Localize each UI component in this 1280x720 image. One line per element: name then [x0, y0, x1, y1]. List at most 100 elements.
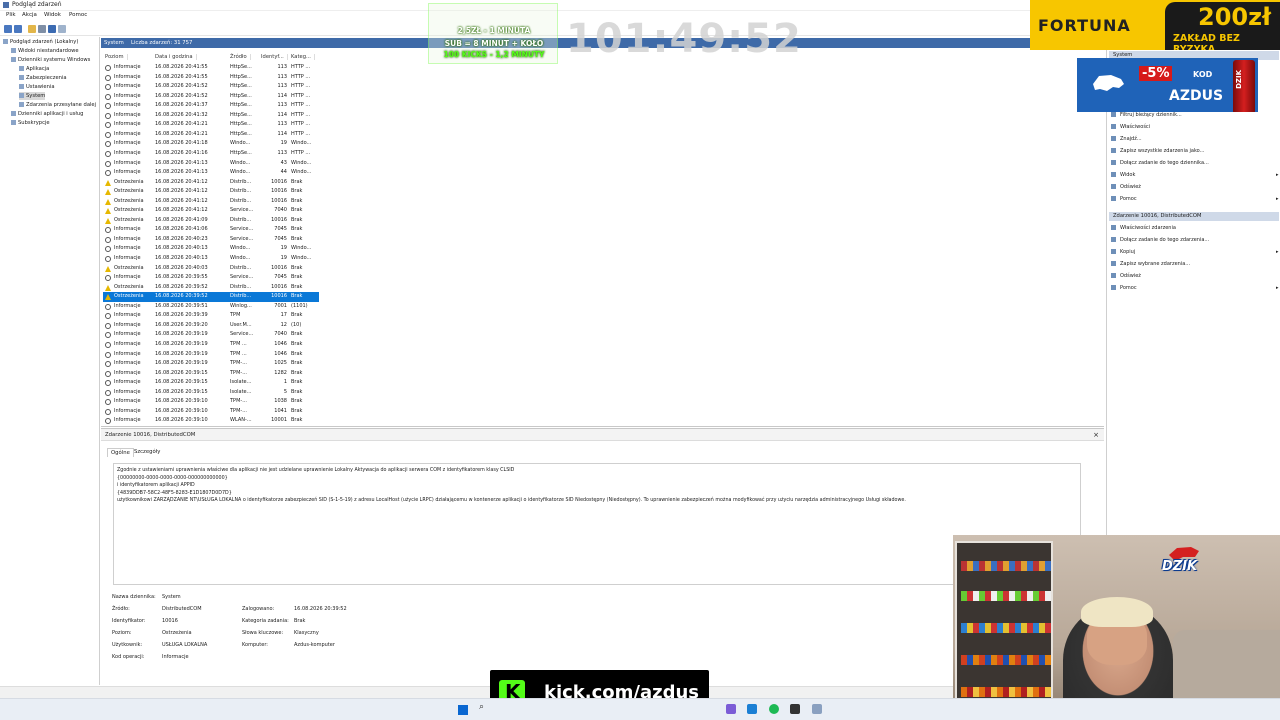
action-item[interactable]: Pomoc ▸	[1111, 284, 1279, 293]
menu-view[interactable]: Widok	[44, 12, 61, 18]
event-row[interactable]: Informacje 16.08.2026 20:41:52 HttpSe... 11…	[103, 92, 319, 102]
tree-item[interactable]: Aplikacja	[19, 65, 49, 73]
event-row[interactable]: Informacje 16.08.2026 20:40:23 Service... 7…	[103, 235, 319, 245]
menu-file[interactable]: Plik	[6, 12, 16, 18]
event-row[interactable]: Ostrzeżenia 16.08.2026 20:39:52 Distrib...…	[103, 292, 319, 302]
event-row[interactable]: Informacje 16.08.2026 20:39:10 TPM-... 1041…	[103, 407, 319, 417]
action-item[interactable]: Filtruj bieżący dziennik...	[1111, 111, 1182, 120]
event-row[interactable]: Informacje 16.08.2026 20:39:19 TPM ... 1046…	[103, 350, 319, 360]
show-pane-icon[interactable]	[58, 25, 66, 33]
tree-item[interactable]: Zabezpieczenia	[19, 74, 67, 82]
back-icon[interactable]	[4, 25, 12, 33]
event-row[interactable]: Informacje 16.08.2026 20:39:10 WLAN-... 100…	[103, 416, 319, 426]
tree-item[interactable]: Zdarzenia przesyłane dalej	[19, 101, 96, 109]
action-item[interactable]: Zapisz wybrane zdarzenia...	[1111, 260, 1190, 269]
event-row[interactable]: Ostrzeżenia 16.08.2026 20:41:09 Distrib...…	[103, 216, 319, 226]
tab-general[interactable]: Ogólne	[107, 448, 134, 457]
tree-item[interactable]: Dzienniki aplikacji i usług	[11, 110, 83, 118]
action-item[interactable]: Dołącz zadanie do tego dziennika...	[1111, 159, 1209, 168]
close-icon[interactable]: ×	[1093, 431, 1099, 439]
field-value: Azdus-komputer	[294, 642, 335, 648]
folder-icon[interactable]	[28, 25, 36, 33]
help-icon[interactable]	[48, 25, 56, 33]
event-cell-date: 16.08.2026 20:39:51	[155, 302, 208, 309]
tree-item[interactable]: Dzienniki systemu Windows	[11, 56, 90, 64]
col-datetime[interactable]: Data i godzina	[155, 54, 197, 60]
event-row[interactable]: Informacje 16.08.2026 20:41:55 HttpSe... 11…	[103, 73, 319, 83]
event-row[interactable]: Informacje 16.08.2026 20:39:39 TPM 17 Brak	[103, 311, 319, 321]
col-source[interactable]: Źródło	[230, 54, 251, 60]
event-row[interactable]: Informacje 16.08.2026 20:39:19 TPM ... 1046…	[103, 340, 319, 350]
tab-details[interactable]: Szczegóły	[131, 448, 163, 456]
event-row[interactable]: Informacje 16.08.2026 20:41:37 HttpSe... 11…	[103, 101, 319, 111]
action-item[interactable]: Właściwości	[1111, 123, 1150, 132]
search-icon[interactable]: ⌕	[479, 702, 484, 712]
action-item[interactable]: Kopiuj ▸	[1111, 248, 1279, 257]
event-row[interactable]: Informacje 16.08.2026 20:41:13 Windo... 44 W…	[103, 168, 319, 178]
forward-icon[interactable]	[14, 25, 22, 33]
event-row[interactable]: Informacje 16.08.2026 20:41:55 HttpSe... 11…	[103, 63, 319, 73]
action-item[interactable]: Dołącz zadanie do tego zdarzenia...	[1111, 236, 1209, 245]
rule-line: 2,5ZŁ - 1 MINUTA	[457, 26, 531, 35]
event-row[interactable]: Ostrzeżenia 16.08.2026 20:41:12 Service...…	[103, 206, 319, 216]
col-level[interactable]: Poziom	[105, 54, 128, 60]
event-row[interactable]: Informacje 16.08.2026 20:41:16 HttpSe... 11…	[103, 149, 319, 159]
event-row[interactable]: Informacje 16.08.2026 20:39:15 Isolate... 1…	[103, 378, 319, 388]
start-icon[interactable]	[458, 705, 468, 715]
event-row[interactable]: Informacje 16.08.2026 20:39:15 Isolate... 5…	[103, 388, 319, 398]
event-cell-cat: Brak	[291, 388, 303, 395]
tree-item[interactable]: Podgląd zdarzeń (Lokalny)	[3, 38, 78, 46]
event-viewer-taskbar-icon[interactable]	[812, 704, 822, 714]
app-icon[interactable]	[726, 704, 736, 714]
event-row[interactable]: Informacje 16.08.2026 20:39:51 Winlog... 70…	[103, 302, 319, 312]
action-item[interactable]: Pomoc ▸	[1111, 195, 1279, 204]
event-row[interactable]: Ostrzeżenia 16.08.2026 20:41:12 Distrib...…	[103, 178, 319, 188]
action-item[interactable]: Widok ▸	[1111, 171, 1279, 180]
event-row[interactable]: Informacje 16.08.2026 20:41:21 HttpSe... 11…	[103, 120, 319, 130]
event-row[interactable]: Ostrzeżenia 16.08.2026 20:41:12 Distrib...…	[103, 197, 319, 207]
tree-item-label: Dzienniki aplikacji i usług	[18, 111, 84, 117]
event-cell-level: Informacje	[114, 130, 141, 137]
event-row[interactable]: Informacje 16.08.2026 20:39:19 Service... 7…	[103, 330, 319, 340]
actions-header-event[interactable]: Zdarzenie 10016, DistributedCOM	[1109, 212, 1279, 221]
action-item[interactable]: Odśwież	[1111, 272, 1141, 281]
event-row[interactable]: Ostrzeżenia 16.08.2026 20:41:12 Distrib...…	[103, 187, 319, 197]
tree-item[interactable]: Widoki niestandardowe	[11, 47, 79, 55]
tree-item[interactable]: Ustawienia	[19, 83, 55, 91]
action-item[interactable]: Odśwież	[1111, 183, 1141, 192]
event-row[interactable]: Informacje 16.08.2026 20:39:15 TPM-... 1282…	[103, 369, 319, 379]
properties-icon[interactable]	[38, 25, 46, 33]
event-cell-cat: Brak	[291, 379, 303, 386]
event-row[interactable]: Informacje 16.08.2026 20:39:55 Service... 7…	[103, 273, 319, 283]
event-row[interactable]: Informacje 16.08.2026 20:41:32 HttpSe... 11…	[103, 111, 319, 121]
action-item[interactable]: Właściwości zdarzenia	[1111, 224, 1176, 233]
tree-item[interactable]: Subskrypcje	[11, 119, 50, 127]
event-row[interactable]: Ostrzeżenia 16.08.2026 20:40:03 Distrib...…	[103, 264, 319, 274]
action-item[interactable]: Zapisz wszystkie zdarzenia jako...	[1111, 147, 1204, 156]
menu-help[interactable]: Pomoc	[69, 12, 87, 18]
event-message[interactable]: Zgodnie z ustawieniami uprawnienia właśc…	[113, 463, 1081, 585]
col-category[interactable]: Kateg...	[291, 54, 315, 60]
event-row[interactable]: Informacje 16.08.2026 20:40:13 Windo... 19 W…	[103, 254, 319, 264]
event-row[interactable]: Informacje 16.08.2026 20:41:18 Windo... 19 W…	[103, 139, 319, 149]
event-cell-source: Service...	[230, 207, 254, 214]
event-cell-source: HttpSe...	[230, 92, 252, 99]
event-cell-id: 10016	[271, 293, 287, 300]
folder-icon	[19, 101, 24, 107]
tree-item[interactable]: System	[19, 92, 46, 100]
menu-action[interactable]: Akcja	[22, 12, 37, 18]
event-row[interactable]: Informacje 16.08.2026 20:39:19 TPM-... 1025…	[103, 359, 319, 369]
terminal-icon[interactable]	[790, 704, 800, 714]
event-row[interactable]: Informacje 16.08.2026 20:40:13 Windo... 19 W…	[103, 244, 319, 254]
event-row[interactable]: Informacje 16.08.2026 20:39:20 User.M... 12…	[103, 321, 319, 331]
event-row[interactable]: Informacje 16.08.2026 20:41:52 HttpSe... 11…	[103, 82, 319, 92]
action-item[interactable]: Znajdź...	[1111, 135, 1142, 144]
event-row[interactable]: Informacje 16.08.2026 20:39:10 TPM-... 1038…	[103, 397, 319, 407]
event-row[interactable]: Informacje 16.08.2026 20:41:21 HttpSe... 11…	[103, 130, 319, 140]
spotify-icon[interactable]	[769, 704, 779, 714]
event-row[interactable]: Ostrzeżenia 16.08.2026 20:39:52 Distrib...…	[103, 283, 319, 293]
app-icon[interactable]	[747, 704, 757, 714]
event-row[interactable]: Informacje 16.08.2026 20:41:13 Windo... 43 W…	[103, 159, 319, 169]
col-id[interactable]: Identyf...	[261, 54, 288, 60]
event-row[interactable]: Informacje 16.08.2026 20:41:06 Service... 7…	[103, 225, 319, 235]
